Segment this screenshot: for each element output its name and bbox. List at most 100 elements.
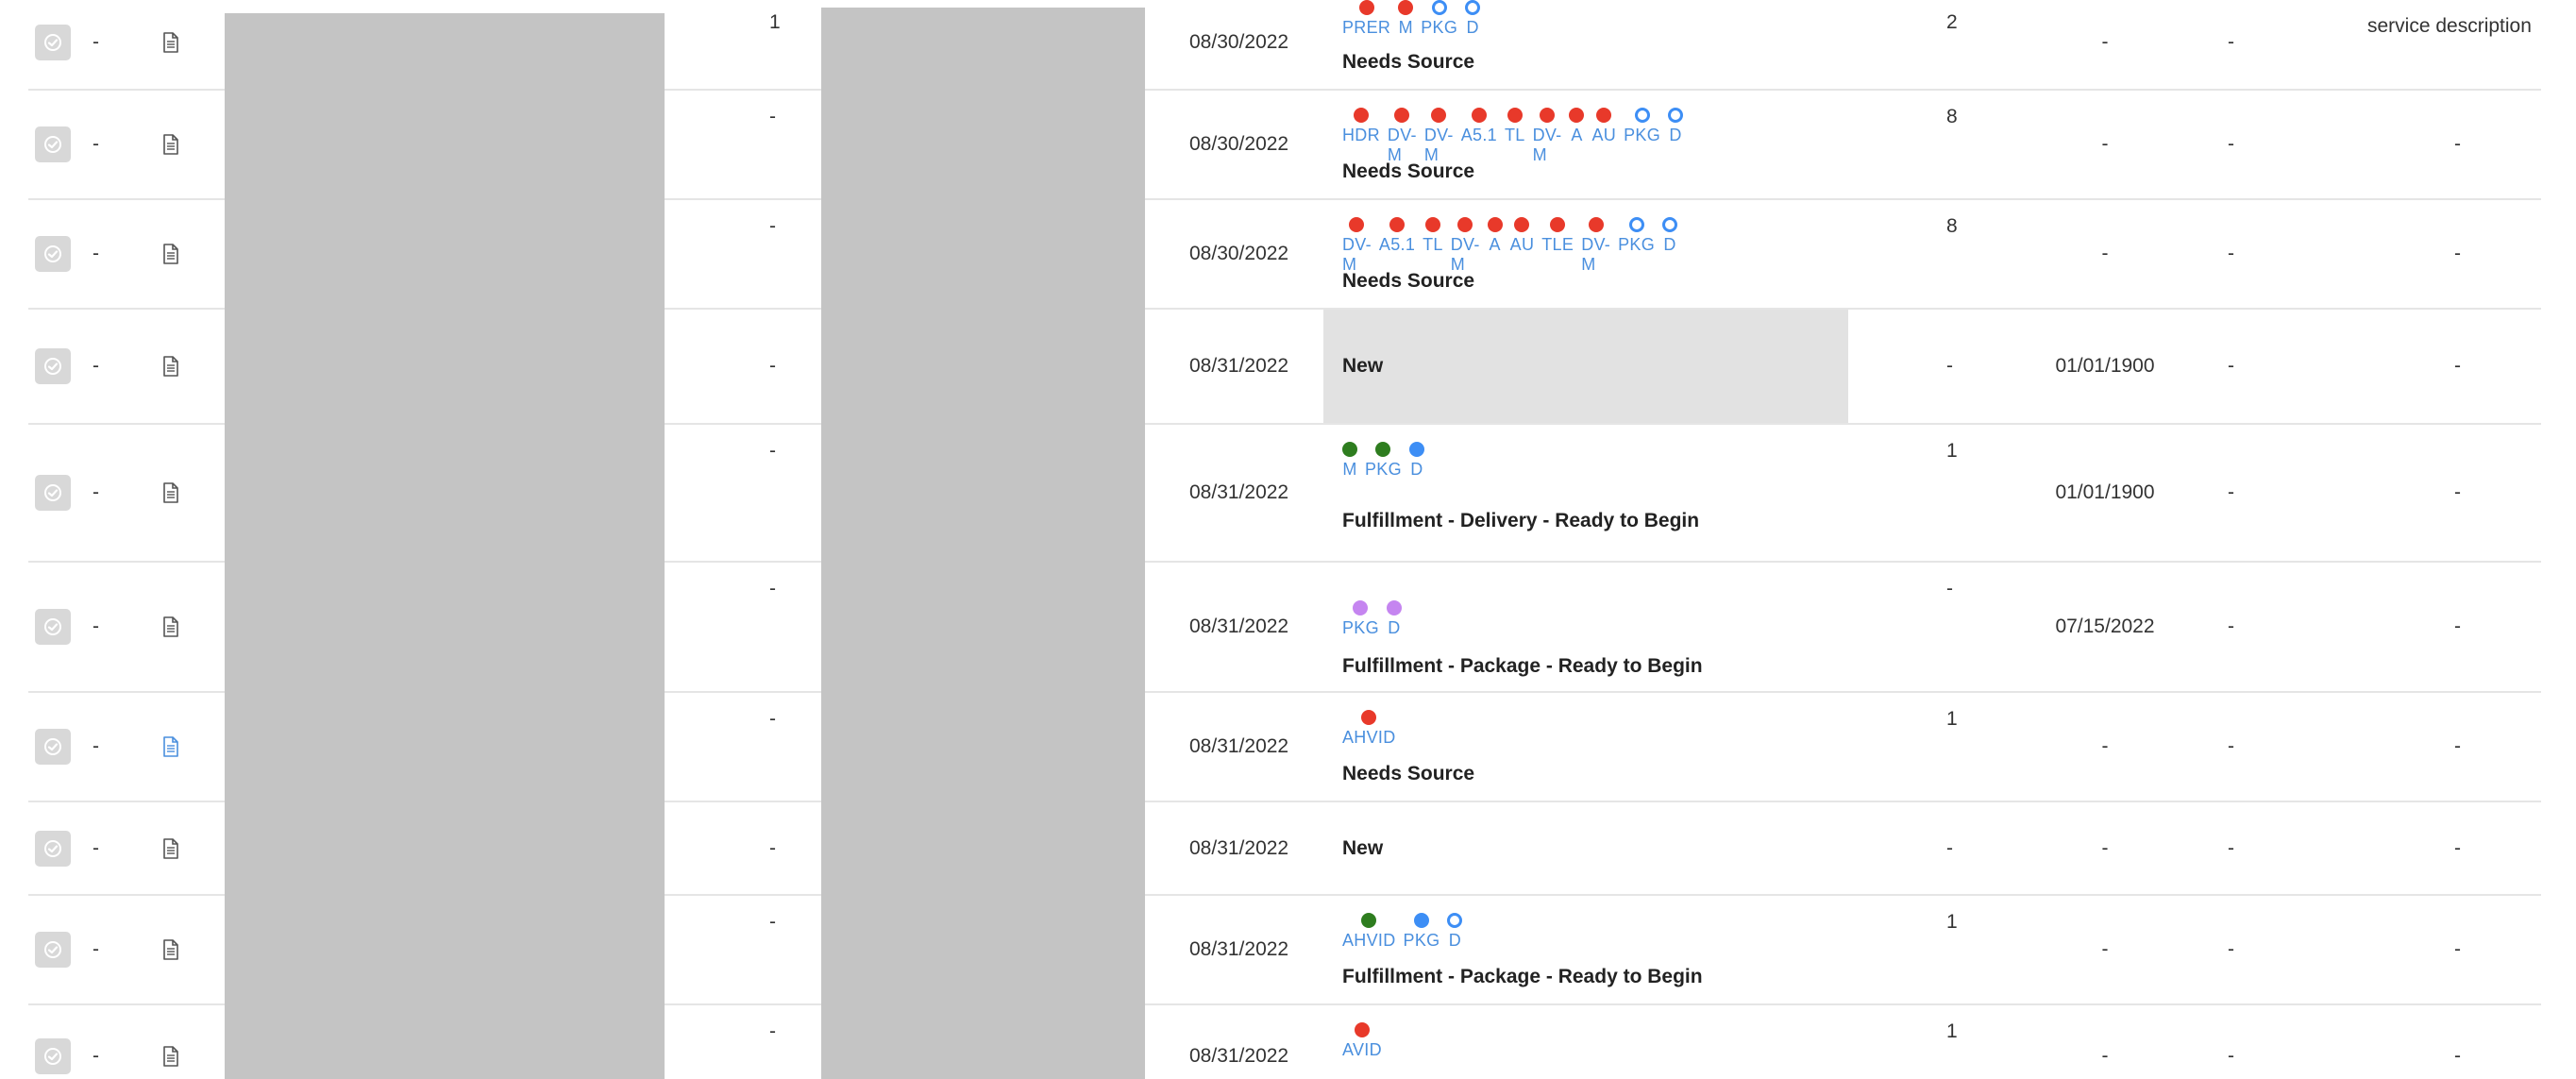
col-c-value: - xyxy=(2228,481,2234,503)
element-chip-label: HDR xyxy=(1342,126,1380,144)
element-chip[interactable]: PKG xyxy=(1618,217,1655,255)
service-description: - xyxy=(2454,481,2461,503)
order-date: 08/31/2022 xyxy=(1189,836,1289,859)
row-select-checkbox[interactable] xyxy=(35,830,71,867)
element-chip[interactable]: TL xyxy=(1505,108,1525,145)
element-chip[interactable]: DV-M xyxy=(1388,108,1417,165)
element-chip-label: D xyxy=(1663,235,1676,254)
row-select-checkbox[interactable] xyxy=(35,475,71,511)
col-a-value: - xyxy=(93,355,99,377)
element-chip[interactable]: PKG xyxy=(1421,0,1457,38)
element-chip-label: D xyxy=(1410,460,1423,479)
quantity-value: - xyxy=(769,440,776,462)
service-description: - xyxy=(2454,1045,2461,1067)
element-chip[interactable]: AVID xyxy=(1342,1022,1382,1060)
status-dot-icon xyxy=(1588,217,1604,232)
element-chip[interactable]: AU xyxy=(1591,108,1616,145)
element-chip[interactable]: D xyxy=(1408,442,1424,480)
due-date: 07/15/2022 xyxy=(2055,615,2155,637)
element-chip-label: TL xyxy=(1504,126,1525,144)
service-description: service description xyxy=(2367,15,2532,37)
element-chip[interactable]: PRER xyxy=(1342,0,1390,38)
order-date: 08/30/2022 xyxy=(1189,243,1289,264)
element-chip-label: AHVID xyxy=(1342,728,1396,747)
element-chip[interactable]: D xyxy=(1447,913,1463,951)
order-date: 08/31/2022 xyxy=(1189,481,1289,503)
quantity-value: - xyxy=(769,215,776,237)
element-chip-label: DV-M xyxy=(1423,126,1454,164)
element-chip[interactable]: AHVID xyxy=(1342,913,1396,951)
document-icon[interactable] xyxy=(162,1046,179,1067)
document-icon[interactable] xyxy=(162,356,179,377)
element-chip[interactable]: D xyxy=(1662,217,1678,255)
element-chip[interactable]: D xyxy=(1668,108,1683,145)
element-chip[interactable]: DV-M xyxy=(1581,217,1610,275)
document-icon[interactable] xyxy=(162,837,179,859)
status-dot-icon xyxy=(1431,0,1447,15)
item-count: - xyxy=(1946,355,1953,377)
document-icon[interactable] xyxy=(162,482,179,503)
row-select-checkbox[interactable] xyxy=(35,1038,71,1074)
row-select-checkbox[interactable] xyxy=(35,729,71,765)
element-chip[interactable]: TL xyxy=(1423,217,1443,255)
status-dot-icon xyxy=(1354,1022,1370,1037)
element-chip[interactable]: AU xyxy=(1510,217,1535,255)
element-chip[interactable]: PKG xyxy=(1365,442,1402,480)
row-select-checkbox[interactable] xyxy=(35,348,71,384)
status-label: Fulfillment - Package - Ready to Begin xyxy=(1342,966,1703,987)
element-chip[interactable]: DV-M xyxy=(1451,217,1480,275)
document-icon[interactable] xyxy=(162,244,179,264)
element-chip[interactable]: A xyxy=(1569,108,1585,145)
element-chip[interactable]: HDR xyxy=(1342,108,1380,145)
document-icon[interactable] xyxy=(162,616,179,637)
quantity-value: - xyxy=(769,1020,776,1042)
status-dot-icon xyxy=(1358,0,1374,15)
order-date: 08/31/2022 xyxy=(1189,938,1289,960)
check-circle-icon xyxy=(44,34,61,51)
col-a-value: - xyxy=(93,481,99,503)
row-select-checkbox[interactable] xyxy=(35,236,71,272)
status-dot-icon xyxy=(1389,217,1406,232)
element-chip[interactable]: PKG xyxy=(1624,108,1660,145)
element-chip[interactable]: DV-M xyxy=(1342,217,1372,275)
element-chip[interactable]: PKG xyxy=(1342,600,1379,638)
element-chip[interactable]: DV-M xyxy=(1533,108,1562,165)
status-label: New xyxy=(1342,836,1384,859)
item-count: 1 xyxy=(1946,911,1958,933)
row-select-checkbox[interactable] xyxy=(35,126,71,162)
element-chips: HDR DV-M DV-M A5.1 TL DV-M A AU PKG D xyxy=(1342,108,1691,165)
status-dot-icon xyxy=(1540,108,1556,123)
element-chip-label: D xyxy=(1388,618,1401,637)
service-description: - xyxy=(2454,355,2461,377)
element-chip[interactable]: D xyxy=(1386,600,1402,638)
element-chip[interactable]: DV-M xyxy=(1424,108,1454,165)
order-date: 08/31/2022 xyxy=(1189,735,1289,757)
check-circle-icon xyxy=(44,136,61,153)
element-chip[interactable]: PKG xyxy=(1404,913,1440,951)
status-dot-icon xyxy=(1408,442,1424,457)
document-icon[interactable] xyxy=(162,32,179,53)
element-chip-label: DV-M xyxy=(1532,126,1562,164)
element-chip-label: D xyxy=(1448,931,1462,950)
element-chip[interactable]: D xyxy=(1465,0,1481,38)
element-chip[interactable]: M xyxy=(1342,442,1357,480)
element-chip[interactable]: AHVID xyxy=(1342,710,1396,748)
status-dot-icon xyxy=(1457,217,1473,232)
element-chip-label: AVID xyxy=(1342,1040,1382,1059)
element-chip[interactable]: A5.1 xyxy=(1461,108,1497,145)
element-chip[interactable]: TLE xyxy=(1541,217,1574,255)
quantity-value: - xyxy=(769,578,776,599)
row-select-checkbox[interactable] xyxy=(35,25,71,60)
status-dot-icon xyxy=(1487,217,1503,232)
status-dot-icon xyxy=(1662,217,1678,232)
row-select-checkbox[interactable] xyxy=(35,932,71,968)
element-chip[interactable]: A5.1 xyxy=(1379,217,1415,255)
element-chip[interactable]: M xyxy=(1398,0,1414,38)
document-icon[interactable] xyxy=(162,939,179,960)
row-select-checkbox[interactable] xyxy=(35,609,71,645)
element-chip[interactable]: A xyxy=(1487,217,1503,255)
element-chip-label: A5.1 xyxy=(1378,235,1416,254)
document-icon[interactable] xyxy=(162,736,179,757)
element-chips: AHVID xyxy=(1342,710,1404,748)
document-icon[interactable] xyxy=(162,134,179,155)
